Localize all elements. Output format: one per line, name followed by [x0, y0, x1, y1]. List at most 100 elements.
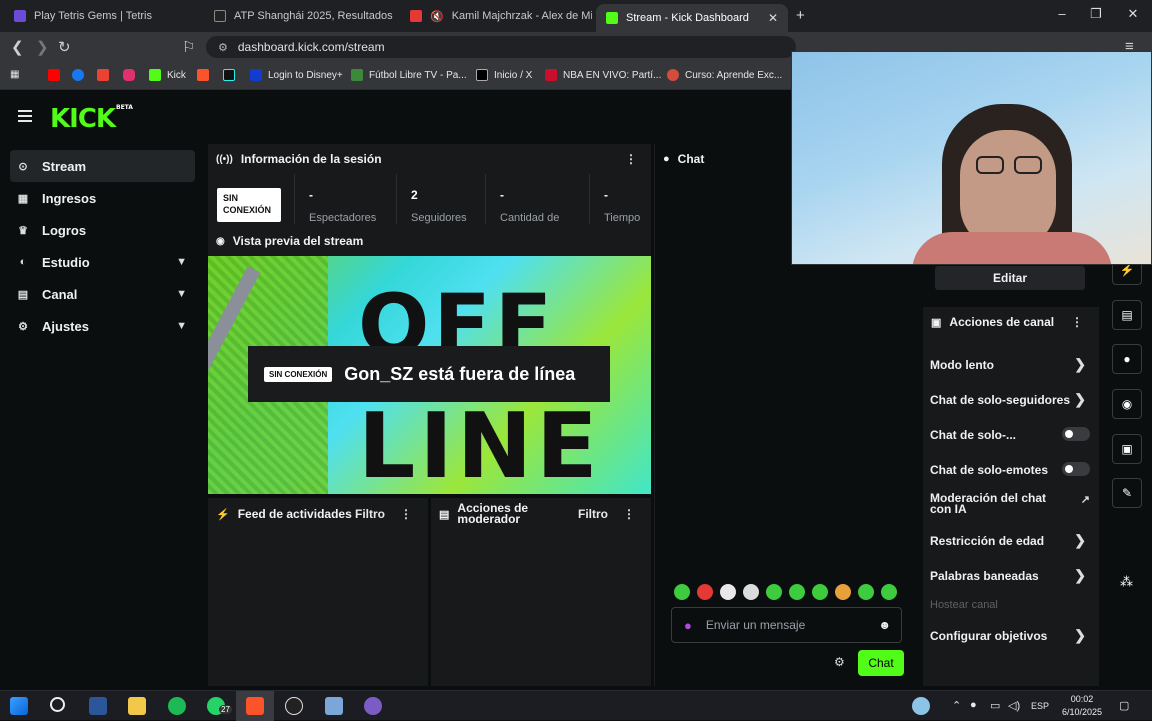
bookmark-icon[interactable]: ⚐ — [182, 38, 195, 56]
stream-icon: ⊙ — [18, 160, 28, 173]
action-goals[interactable]: Configurar objetivos ❯ — [930, 627, 1090, 643]
browser-tab[interactable]: 🔇 Kamil Majchrzak - Alex de Minau — [400, 4, 592, 28]
action-ai-moderation[interactable]: Moderación del chat con IA ↗ — [930, 492, 1090, 515]
search-icon[interactable] — [50, 697, 65, 712]
more-options-icon[interactable]: ⋮ — [625, 152, 637, 166]
action-banned-words[interactable]: Palabras baneadas ❯ — [930, 567, 1090, 583]
sidebar-item-stream[interactable]: ⊙ Stream — [10, 150, 195, 182]
bookmark-kick[interactable]: Kick — [149, 69, 186, 81]
kick-logo[interactable]: KICK BETA — [50, 104, 133, 134]
forward-icon[interactable]: ❯ — [36, 38, 49, 56]
emote-icon[interactable] — [789, 584, 805, 600]
restore-window-icon[interactable]: ❐ — [1086, 6, 1106, 22]
activity-feed-panel: ⚡ Feed de actividades ⋮ Filtro — [208, 498, 428, 686]
bookmark-curso[interactable]: Curso: Aprende Exc... — [667, 69, 782, 81]
site-info-icon[interactable]: ⚙ — [218, 41, 228, 54]
minimize-window-icon[interactable]: – — [1052, 6, 1072, 21]
hamburger-menu-icon[interactable] — [18, 110, 32, 125]
stream-preview-header: ◉ Vista previa del stream — [208, 226, 651, 256]
bookmark-tiktok[interactable] — [223, 69, 235, 81]
sidebar-item-ingresos[interactable]: ▦ Ingresos — [10, 182, 195, 214]
obs-icon[interactable] — [285, 697, 303, 715]
network-icon[interactable]: ▭ — [990, 699, 1000, 712]
gear-icon: ⚙ — [18, 320, 28, 333]
sidebar-item-canal[interactable]: ▤ Canal ▼ — [10, 278, 195, 310]
notifications-icon[interactable]: ▢ — [1119, 699, 1129, 712]
volume-icon[interactable]: ◁) — [1008, 699, 1020, 712]
reload-icon[interactable]: ↻ — [58, 38, 71, 56]
chat-bubble-icon[interactable]: ● — [1112, 344, 1142, 374]
mod-actions-panel: ▤ Acciones de moderador ⋮ Filtro — [431, 498, 651, 686]
chat-input[interactable]: ● Enviar un mensaje ☻ — [671, 607, 902, 643]
bookmark-gmail[interactable] — [97, 69, 109, 81]
emote-icon[interactable] — [881, 584, 897, 600]
microphone-tray-icon[interactable]: ● — [970, 699, 977, 711]
bookmark-instagram[interactable] — [123, 69, 135, 81]
emote-icon[interactable] — [697, 584, 713, 600]
bookmark-brave[interactable] — [197, 69, 209, 81]
atp-favicon-icon — [214, 10, 226, 22]
action-age-restriction[interactable]: Restricción de edad ❯ — [930, 532, 1090, 548]
wrench-icon[interactable]: ✎ — [1112, 478, 1142, 508]
sidebar-item-logros[interactable]: ♛ Logros — [10, 214, 195, 246]
close-window-icon[interactable]: ✕ — [1123, 6, 1143, 22]
emote-icon[interactable] — [743, 584, 759, 600]
chevron-right-icon: ❯ — [1074, 532, 1086, 548]
toggle-switch[interactable] — [1062, 462, 1090, 476]
brave-favicon-icon — [410, 10, 422, 22]
document-icon[interactable]: ▤ — [1112, 300, 1142, 330]
bookmark-youtube[interactable] — [48, 69, 60, 81]
new-tab-button[interactable]: + — [796, 7, 805, 24]
emote-icon[interactable] — [766, 584, 782, 600]
bookmark-nba[interactable]: NBA EN VIVO: Partí... — [545, 69, 661, 81]
edit-button[interactable]: Editar — [935, 266, 1085, 290]
sidebar-item-ajustes[interactable]: ⚙ Ajustes ▼ — [10, 310, 195, 342]
bookmark-disney[interactable]: Login to Disney+ — [250, 69, 343, 81]
emote-icon[interactable] — [720, 584, 736, 600]
back-icon[interactable]: ❮ — [11, 38, 24, 56]
emote-icon[interactable] — [812, 584, 828, 600]
emote-icon[interactable] — [674, 584, 690, 600]
clock[interactable]: 00:02 6/10/2025 — [1062, 693, 1102, 719]
activity-filter-button[interactable]: Filtro — [355, 507, 385, 521]
layout-icon[interactable]: ▣ — [1112, 434, 1142, 464]
file-explorer-icon[interactable] — [128, 697, 146, 715]
more-options-icon[interactable]: ⋮ — [623, 507, 635, 521]
emoji-picker-icon[interactable]: ☻ — [878, 618, 891, 632]
microphone-icon[interactable]: ● — [684, 618, 692, 633]
more-options-icon[interactable]: ⋮ — [1071, 315, 1083, 329]
action-slow-mode[interactable]: Modo lento ❯ — [930, 356, 1090, 372]
emote-icon[interactable] — [858, 584, 874, 600]
mod-filter-button[interactable]: Filtro — [578, 507, 608, 521]
action-subs-only[interactable]: Chat de solo-... — [930, 427, 1090, 442]
bookmark-facebook[interactable] — [72, 69, 84, 81]
brave-icon[interactable] — [246, 697, 264, 715]
bookmark-x[interactable]: Inicio / X — [476, 69, 532, 81]
spotify-icon[interactable] — [168, 697, 186, 715]
close-tab-icon[interactable]: ✕ — [768, 11, 778, 25]
action-emotes-only[interactable]: Chat de solo-emotes — [930, 462, 1090, 477]
bookmark-futbol[interactable]: Fútbol Libre TV - Pa... — [351, 69, 467, 81]
toggle-switch[interactable] — [1062, 427, 1090, 441]
apps-grid-icon[interactable]: ▦ — [10, 69, 19, 80]
browser-tab[interactable]: Play Tetris Gems | Tetris — [4, 4, 200, 28]
weather-icon[interactable] — [912, 697, 930, 715]
discord-icon[interactable] — [364, 697, 382, 715]
chat-settings-icon[interactable]: ⚙ — [834, 655, 845, 669]
browser-tab-active[interactable]: Stream - Kick Dashboard ✕ — [596, 4, 788, 32]
chat-send-button[interactable]: Chat — [858, 650, 904, 676]
windows-start-icon[interactable] — [10, 697, 28, 715]
address-bar[interactable]: ⚙ dashboard.kick.com/stream — [206, 36, 796, 58]
show-hidden-icons[interactable]: ⌃ — [952, 699, 961, 712]
action-followers-only[interactable]: Chat de solo-seguidores ❯ — [930, 391, 1090, 407]
emote-icon[interactable] — [835, 584, 851, 600]
language-indicator[interactable]: ESP — [1031, 701, 1049, 711]
share-icon[interactable]: ⁂ — [1120, 574, 1133, 590]
more-options-icon[interactable]: ⋮ — [400, 507, 412, 521]
browser-tab[interactable]: ATP Shanghái 2025, Resultados de Te — [204, 4, 396, 28]
stream-preview[interactable]: OFF LINE SIN CONEXIÓN Gon_SZ está fuera … — [208, 256, 651, 494]
sidebar-item-estudio[interactable]: ◐ Estudio ▼ — [10, 246, 195, 278]
broadcast-icon[interactable]: ◉ — [1112, 389, 1142, 419]
remote-desktop-icon[interactable] — [325, 697, 343, 715]
word-icon[interactable] — [89, 697, 107, 715]
